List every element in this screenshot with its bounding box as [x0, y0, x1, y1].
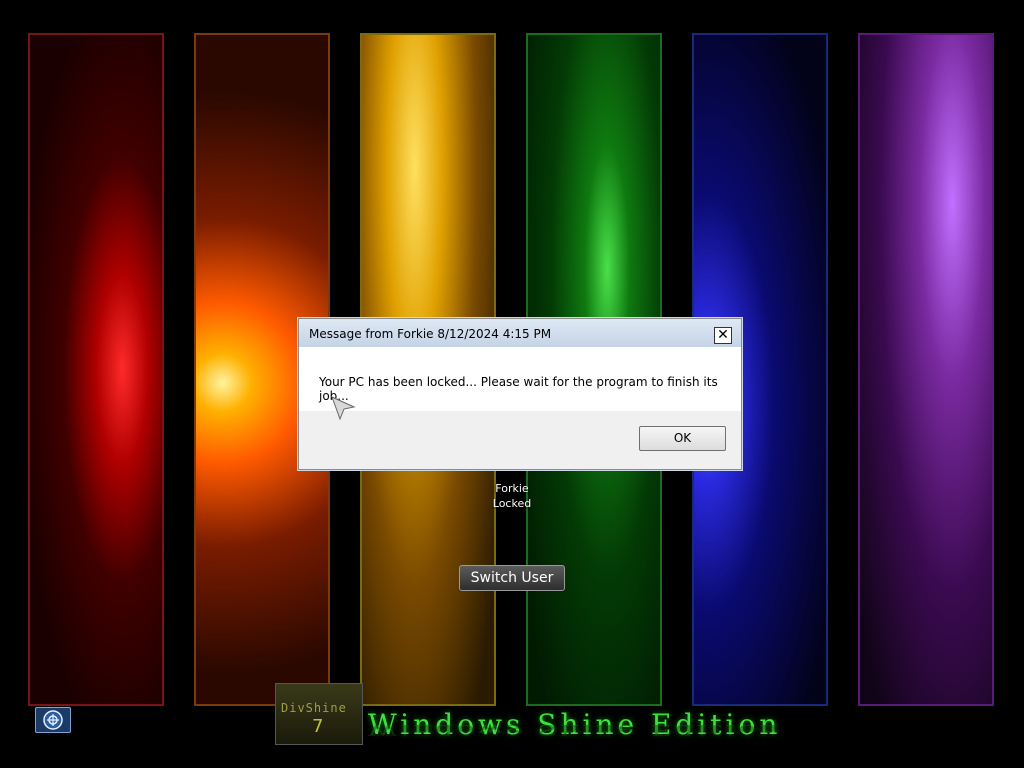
- logo-text: DivShine: [281, 701, 347, 715]
- switch-user-button[interactable]: Switch User: [459, 565, 565, 591]
- logo: DivShine 7: [275, 683, 363, 745]
- ok-button[interactable]: OK: [639, 426, 726, 451]
- mouse-cursor-icon: [331, 396, 356, 421]
- ease-of-access-icon: [43, 710, 63, 730]
- close-button[interactable]: ✕: [714, 327, 732, 344]
- logo-version: 7: [312, 716, 324, 737]
- message-dialog: Message from Forkie 8/12/2024 4:15 PM ✕ …: [298, 318, 742, 470]
- background-panel-purple: [858, 33, 994, 706]
- dialog-title: Message from Forkie 8/12/2024 4:15 PM: [309, 327, 552, 341]
- edition-title-reflection: Windows Shine Edition: [368, 721, 782, 739]
- ease-of-access-button[interactable]: [35, 707, 71, 733]
- close-icon: ✕: [717, 327, 729, 343]
- user-tile-label: Forkie Locked: [468, 481, 556, 511]
- dialog-title-bar[interactable]: Message from Forkie 8/12/2024 4:15 PM ✕: [299, 319, 741, 347]
- user-status: Locked: [492, 497, 532, 510]
- dialog-body: Your PC has been locked... Please wait f…: [299, 347, 741, 411]
- dialog-message: Your PC has been locked... Please wait f…: [319, 375, 718, 403]
- background-panel-red: [28, 33, 164, 706]
- user-name: Forkie: [495, 482, 529, 495]
